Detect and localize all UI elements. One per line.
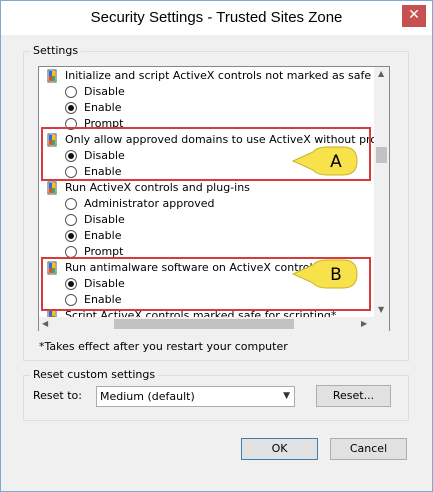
- setting-option[interactable]: Disable: [39, 84, 379, 100]
- callout-a: A: [291, 146, 358, 176]
- ok-button[interactable]: OK: [241, 438, 318, 460]
- setting-option[interactable]: Administrator approved: [39, 196, 379, 212]
- callout-b: B: [291, 259, 358, 289]
- setting-heading: Run ActiveX controls and plug-ins: [39, 180, 379, 196]
- reset-group-label: Reset custom settings: [30, 368, 159, 381]
- title-bar: Security Settings - Trusted Sites Zone ✕: [1, 1, 432, 35]
- scroll-up-arrow-icon[interactable]: ▲: [378, 69, 384, 79]
- restart-note: *Takes effect after you restart your com…: [39, 340, 288, 353]
- reset-level-value: Medium (default): [100, 390, 195, 403]
- radio-button-selected[interactable]: [65, 230, 77, 242]
- radio-button[interactable]: [65, 86, 77, 98]
- vertical-scrollbar[interactable]: ▲ ▼: [374, 67, 389, 318]
- chevron-down-icon: ▼: [283, 391, 290, 401]
- cancel-button[interactable]: Cancel: [330, 438, 407, 460]
- shield-icon: [47, 69, 57, 83]
- settings-group-label: Settings: [30, 44, 82, 57]
- shield-icon: [47, 181, 57, 195]
- horizontal-scroll-thumb[interactable]: [114, 319, 294, 329]
- window-title: Security Settings - Trusted Sites Zone: [90, 9, 343, 26]
- setting-option-label: Enable: [84, 101, 122, 114]
- setting-option-label: Enable: [84, 229, 122, 242]
- scroll-left-arrow-icon[interactable]: ◀: [42, 319, 48, 329]
- setting-heading-label: Run ActiveX controls and plug-ins: [65, 181, 250, 194]
- setting-option-label: Administrator approved: [84, 197, 215, 210]
- setting-option[interactable]: Disable: [39, 212, 379, 228]
- reset-to-label: Reset to:: [33, 389, 82, 402]
- setting-heading: Initialize and script ActiveX controls n…: [39, 68, 389, 84]
- close-button[interactable]: ✕: [402, 5, 426, 27]
- scroll-right-arrow-icon[interactable]: ▶: [361, 319, 367, 329]
- callout-a-label: A: [330, 152, 342, 172]
- reset-button[interactable]: Reset...: [316, 385, 391, 407]
- scroll-corner: [374, 317, 389, 331]
- radio-button[interactable]: [65, 198, 77, 210]
- setting-option-label: Disable: [84, 213, 125, 226]
- security-settings-dialog: Security Settings - Trusted Sites Zone ✕…: [0, 0, 433, 492]
- reset-level-select[interactable]: Medium (default) ▼: [96, 386, 295, 407]
- setting-option[interactable]: Enable: [39, 100, 379, 116]
- setting-option[interactable]: Enable: [39, 228, 379, 244]
- setting-option-label: Disable: [84, 85, 125, 98]
- horizontal-scrollbar[interactable]: ◀ ▶: [39, 317, 374, 331]
- setting-heading-label: Initialize and script ActiveX controls n…: [65, 69, 389, 82]
- radio-button-selected[interactable]: [65, 102, 77, 114]
- scroll-down-arrow-icon[interactable]: ▼: [378, 305, 384, 315]
- radio-button[interactable]: [65, 214, 77, 226]
- callout-b-label: B: [330, 265, 342, 285]
- vertical-scroll-thumb[interactable]: [376, 147, 387, 163]
